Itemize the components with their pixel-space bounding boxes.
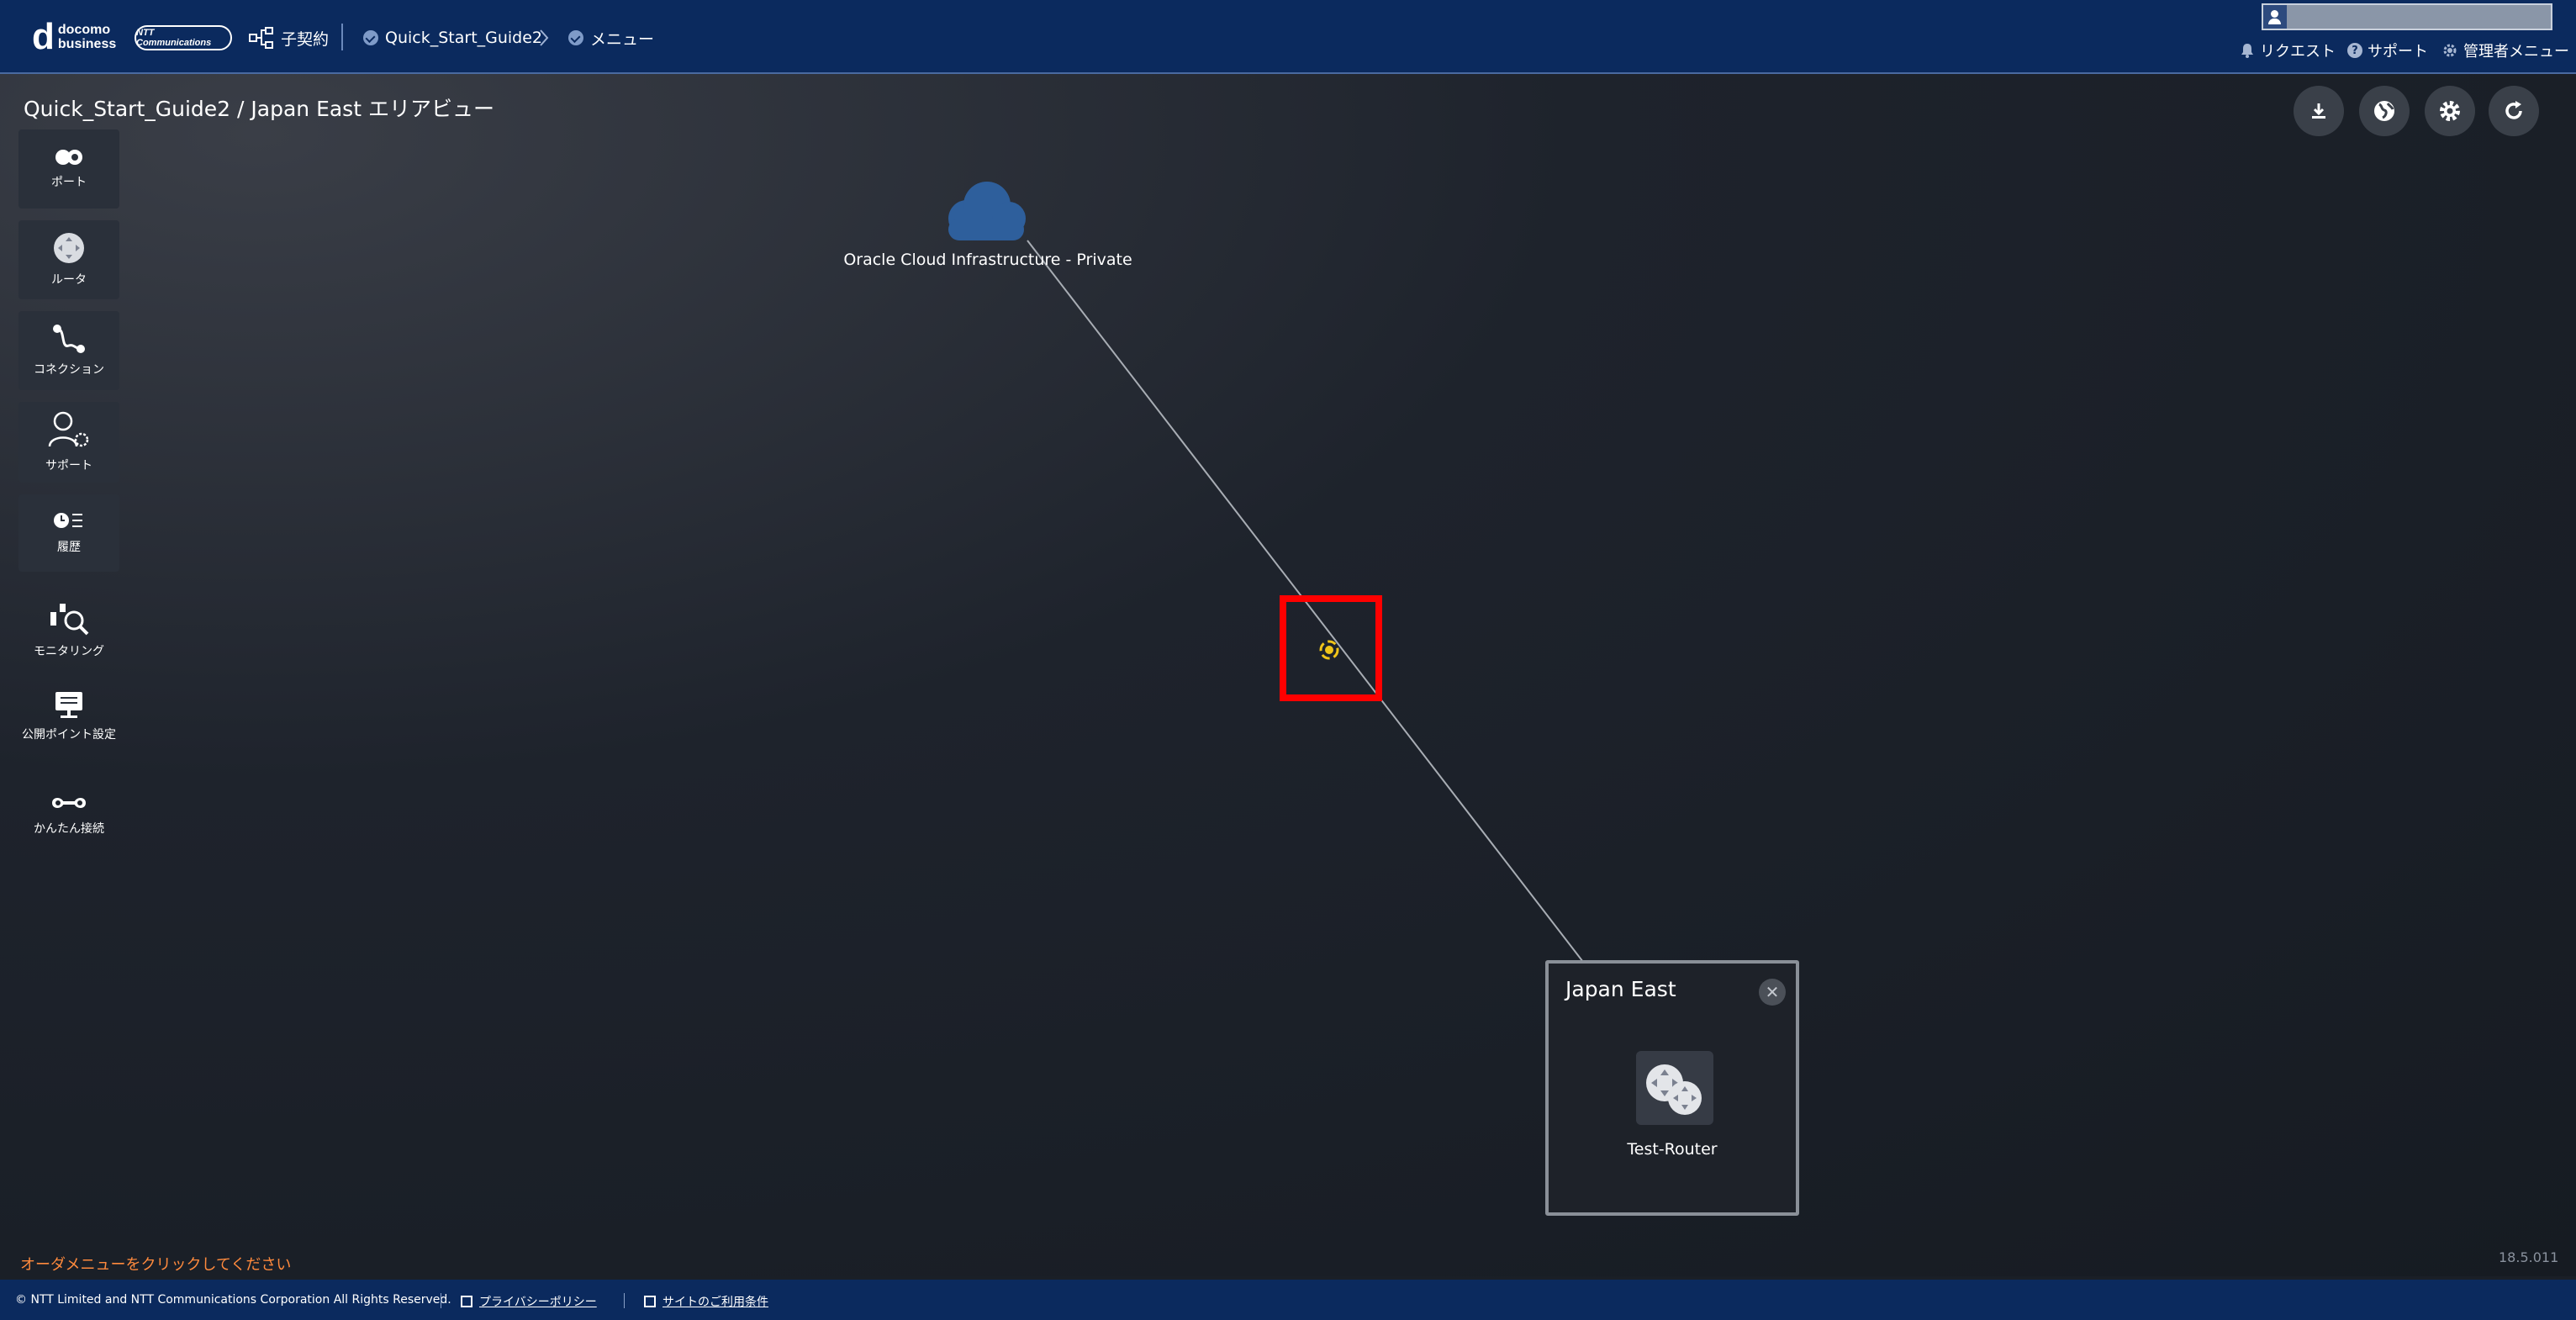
download-icon [2312,103,2325,119]
hierarchy-icon [249,27,273,49]
cloud-node-label: Oracle Cloud Infrastructure - Private [843,251,1132,269]
download-button[interactable] [2294,86,2344,136]
logo-line1: docomo [57,23,111,37]
router-label: Test-Router [1627,1140,1718,1159]
external-link-icon [644,1296,656,1307]
support-link[interactable]: ? サポート [2347,40,2428,61]
router-icon [54,233,84,263]
check-circle-icon [363,30,378,45]
refresh-button[interactable] [2489,86,2539,136]
logo-line2: business [57,37,117,51]
history-icon [54,513,82,528]
monitoring-icon [50,604,89,636]
page-title: Quick_Start_Guide2 / Japan East エリアビュー [24,97,494,121]
docomo-business-logo[interactable]: d docomo business [32,18,116,55]
question-circle-icon: ? [2347,43,2362,58]
user-account-box[interactable] [2262,3,2552,30]
check-circle-icon [568,30,583,45]
connection-node-icon[interactable] [1318,639,1340,661]
footer: © NTT Limited and NTT Communications Cor… [0,1280,2576,1320]
contract-label: 子契約 [281,29,330,49]
copyright-text: © NTT Limited and NTT Communications Cor… [15,1293,451,1307]
refresh-icon [2505,101,2522,119]
top-header: d docomo business NTT Communications 子契約… [0,0,2576,74]
close-icon[interactable]: ✕ [1759,979,1786,1006]
chevron-right-icon [538,25,550,50]
breadcrumb-menu[interactable]: メニュー [568,25,654,50]
header-divider [341,24,343,50]
privacy-policy-link[interactable]: プライバシーポリシー [461,1293,597,1310]
support-icon [48,411,89,447]
connection-icon [53,325,85,353]
user-icon [2263,5,2287,29]
public-point-icon [55,692,82,718]
globe-button[interactable] [2359,86,2410,136]
tool-history[interactable]: 履歴 [18,494,119,572]
region-panel-japan-east[interactable]: Japan East ✕ Test-Router [1545,960,1799,1216]
external-link-icon [461,1296,472,1307]
tool-port[interactable]: ポート [18,129,119,209]
router-node[interactable] [1636,1051,1713,1125]
admin-menu-link[interactable]: 管理者メニュー [2441,40,2569,61]
tool-support[interactable]: サポート [18,402,119,483]
globe-icon [2374,101,2394,121]
tool-public-point[interactable]: 公開ポイント設定 [18,683,119,750]
request-link[interactable]: リクエスト [2240,40,2336,61]
gear-icon [2443,44,2457,57]
tool-router[interactable]: ルータ [18,220,119,299]
contract-switch[interactable]: 子契約 [249,25,329,50]
order-message: オーダメニューをクリックしてください [20,1256,292,1274]
port-icon [55,150,82,165]
tool-connection[interactable]: コネクション [18,311,119,390]
footer-divider [624,1293,625,1308]
version-label: 18.5.011 [2499,1249,2559,1265]
gear-icon [2440,101,2460,121]
terms-link[interactable]: サイトのご利用条件 [644,1293,768,1310]
breadcrumb-tenant[interactable]: Quick_Start_Guide2 [363,25,542,50]
tool-monitoring[interactable]: モニタリング [18,590,119,668]
router-icon [1646,1064,1702,1115]
easy-connect-icon [52,798,86,808]
tool-easy-connect[interactable]: かんたん接続 [18,777,119,853]
ntt-communications-logo: NTT Communications [135,25,232,50]
region-title: Japan East [1565,977,1676,1001]
settings-button[interactable] [2425,86,2475,136]
bell-icon [2241,44,2253,58]
cloud-icon[interactable] [935,178,1034,244]
